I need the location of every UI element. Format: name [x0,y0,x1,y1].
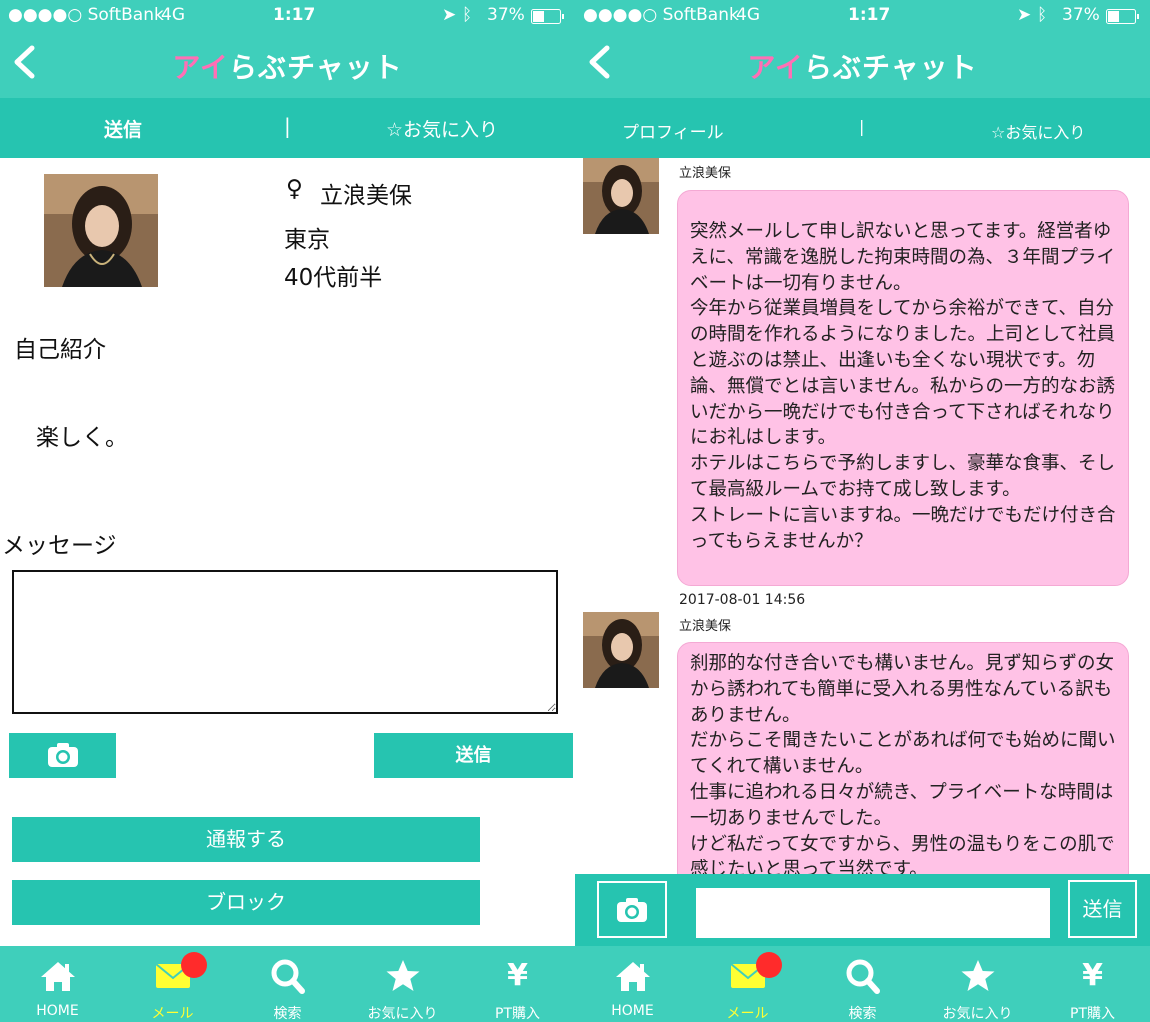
profile-tab-bar: 送信 | ☆お気に入り [0,98,575,158]
message-input[interactable] [12,570,558,714]
profile-age: 40代前半 [284,265,383,291]
tab-separator: | [859,117,865,136]
nav-home-label: HOME [611,1003,654,1019]
nav-points[interactable]: ¥ PT購入 [1035,946,1150,1022]
notification-badge [756,952,782,978]
block-button[interactable]: ブロック [12,880,480,925]
star-icon [961,960,994,991]
nav-favorites[interactable]: お気に入り [345,946,460,1022]
message-bubble: 突然メールして申し訳ないと思ってます。経営者ゆえに、常識を逸脱した拘束時間の為、… [677,190,1129,586]
tab-send[interactable]: 送信 [104,115,142,142]
time-label: 1:17 [273,5,316,25]
nav-home-label: HOME [36,1003,79,1019]
home-icon [615,962,650,991]
status-bar: ●●●●○ SoftBank 4G 1:17 ➤ ᛒ 37% [575,0,1150,32]
nav-points-label: PT購入 [1070,1006,1115,1022]
gender-symbol: ♀ [286,176,303,202]
home-icon [40,962,75,991]
sender-avatar [583,612,659,688]
message-sender: 立浪美保 [679,166,732,181]
camera-icon [617,898,647,922]
bluetooth-icon: ᛒ [1037,5,1048,25]
profile-location: 東京 [284,227,330,253]
message-timestamp: 2017-08-01 14:56 [679,592,806,608]
photo-attach-button[interactable] [9,733,116,778]
nav-home[interactable]: HOME [0,946,115,1022]
app-logo: アイらぶチャット [0,46,575,86]
app-logo: アイらぶチャット [575,46,1150,86]
tab-favorite[interactable]: ☆お気に入り [991,119,1085,143]
chat-tab-bar: プロフィール | ☆お気に入り [575,98,1150,158]
carrier-label: ●●●●○ SoftBank [583,5,739,25]
battery-label: 37% [1062,5,1100,25]
logo-pink-part: アイ [747,51,804,84]
nav-search[interactable]: 検索 [805,946,920,1022]
bottom-nav: HOME メール 検索 お気に入り ¥ PT購入 [0,946,575,1022]
right-screen: ●●●●○ SoftBank 4G 1:17 ➤ ᛒ 37% アイらぶチャット … [575,0,1150,1022]
battery-icon [531,9,565,29]
yen-icon: ¥ [1082,958,1103,993]
left-screen: ●●●●○ SoftBank 4G 1:17 ➤ ᛒ 37% アイらぶチャット … [0,0,575,1022]
logo-white-part: らぶチャット [803,51,978,84]
message-bubble: 刹那的な付き合いでも構いません。見ず知らずの女から誘われても簡単に受入れる男性な… [677,642,1129,874]
notification-badge [181,952,207,978]
chat-send-button[interactable]: 送信 [1068,880,1137,938]
photo-attach-button[interactable] [597,881,667,938]
camera-icon [47,743,78,767]
bottom-nav: HOME メール 検索 お気に入り ¥ PT購入 [575,946,1150,1022]
nav-search-label: 検索 [273,1006,302,1022]
intro-heading: 自己紹介 [14,337,106,363]
star-icon [386,960,419,991]
tab-profile[interactable]: プロフィール [622,118,724,143]
search-icon [846,959,880,994]
nav-points[interactable]: ¥ PT購入 [460,946,575,1022]
message-heading: メッセージ [2,533,117,559]
report-button[interactable]: 通報する [12,817,480,862]
profile-photo [44,174,158,287]
logo-pink-part: アイ [172,51,229,84]
nav-favorites-label: お気に入り [942,1006,1013,1022]
time-label: 1:17 [848,5,891,25]
nav-mail-label: メール [151,1006,194,1022]
bluetooth-icon: ᛒ [462,5,473,25]
location-arrow-icon: ➤ [442,5,457,25]
yen-icon: ¥ [507,958,528,993]
nav-bar: アイらぶチャット [0,32,575,98]
nav-favorites[interactable]: お気に入り [920,946,1035,1022]
carrier-label: ●●●●○ SoftBank [8,5,164,25]
battery-label: 37% [487,5,525,25]
sender-avatar [583,158,659,234]
network-label: 4G [736,5,760,25]
nav-mail-label: メール [726,1006,769,1022]
chat-input-bar: 送信 [575,874,1150,946]
send-button[interactable]: 送信 [374,733,573,778]
nav-mail[interactable]: メール [690,946,805,1022]
status-bar: ●●●●○ SoftBank 4G 1:17 ➤ ᛒ 37% [0,0,575,32]
tab-favorite[interactable]: ☆お気に入り [386,115,498,142]
nav-mail[interactable]: メール [115,946,230,1022]
chat-thread: 立浪美保 突然メールして申し訳ないと思ってます。経営者ゆえに、常識を逸脱した拘束… [575,158,1150,874]
nav-search-label: 検索 [848,1006,877,1022]
location-arrow-icon: ➤ [1017,5,1032,25]
nav-points-label: PT購入 [495,1006,540,1022]
nav-bar: アイらぶチャット [575,32,1150,98]
tab-separator: | [284,114,291,138]
intro-text: 楽しく。 [36,425,128,451]
logo-white-part: らぶチャット [228,51,403,84]
network-label: 4G [161,5,185,25]
nav-favorites-label: お気に入り [367,1006,438,1022]
search-icon [271,959,305,994]
nav-home[interactable]: HOME [575,946,690,1022]
chat-message-input[interactable] [696,888,1050,938]
message-sender: 立浪美保 [679,619,732,634]
profile-name: 立浪美保 [320,183,412,209]
battery-icon [1106,9,1140,29]
nav-search[interactable]: 検索 [230,946,345,1022]
